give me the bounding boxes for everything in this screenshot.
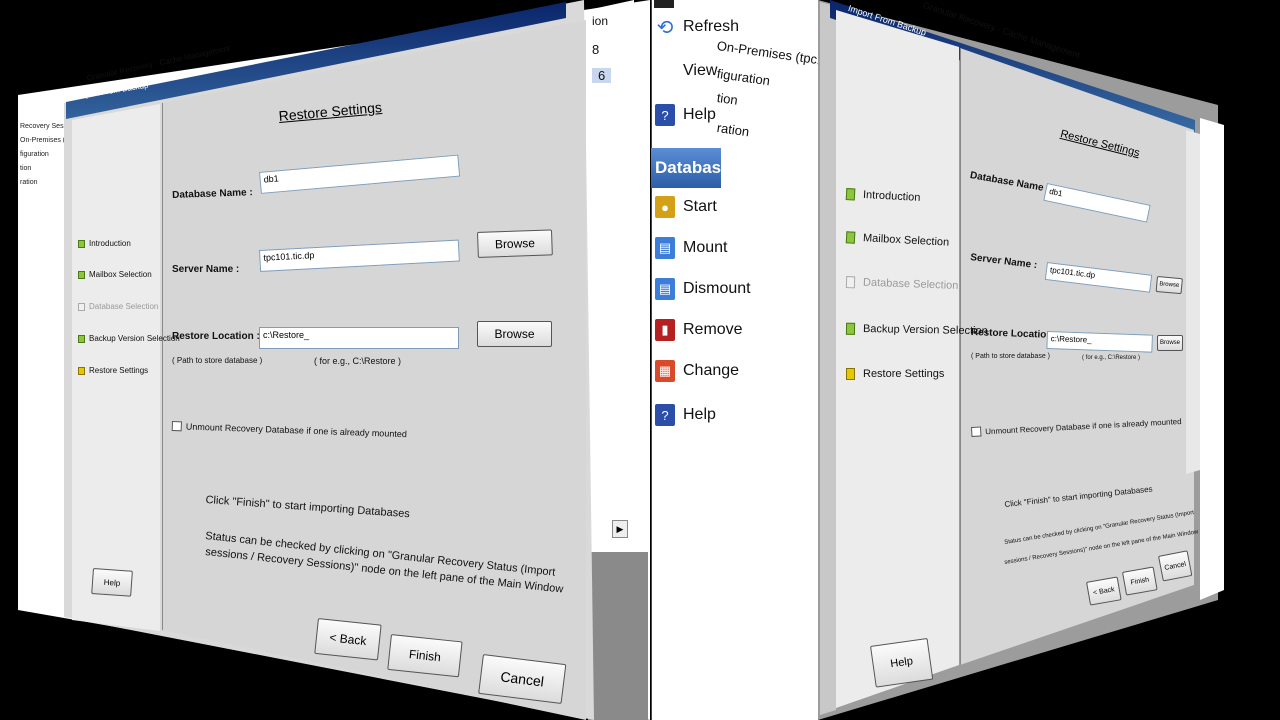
cube-transition-scene: Recovery Sessions) On-Premises (tpc101. … [0, 0, 1280, 720]
action-label: Refresh [683, 18, 740, 35]
left-navigation-tree: Recovery Sessions) On-Premises (tpc101. … [20, 120, 68, 190]
step-status-icon [78, 239, 85, 248]
example-hint-right: ( for e.g., C:\Restore ) [1082, 355, 1141, 361]
step-status-icon [78, 334, 85, 343]
action-label: Help [683, 106, 716, 123]
action-view[interactable]: View [655, 60, 717, 82]
view-icon [655, 60, 675, 82]
help-icon: ? [655, 404, 675, 426]
remove-icon: ▮ [655, 319, 675, 341]
step-label: Backup Version Selection [862, 323, 988, 338]
restore-location-input[interactable]: c:\Restore_ [259, 327, 459, 349]
tree-item[interactable]: Recovery Sessions) [20, 120, 68, 134]
step-status-icon [846, 368, 855, 380]
action-remove[interactable]: ▮ Remove [655, 319, 743, 341]
example-hint: ( for e.g., C:\Restore ) [314, 356, 402, 366]
step-status-icon [78, 302, 85, 311]
restore-browse-button-right[interactable]: Browse [1157, 335, 1183, 351]
toolbar-icon [654, 0, 674, 8]
step-label: Mailbox Selection [89, 270, 152, 279]
tree-item[interactable]: tion [20, 162, 68, 176]
step-status-icon [845, 188, 856, 201]
tree-item[interactable]: figuration [20, 148, 68, 162]
action-label: Dismount [683, 280, 751, 297]
action-help[interactable]: ? Help [655, 104, 716, 126]
overlay-tree-item: tion [715, 90, 739, 108]
action-label: Remove [683, 321, 743, 338]
grid-footer-area [588, 552, 648, 720]
step-backup-version-selection-right: Backup Version Selection [845, 322, 988, 338]
step-label: Introduction [89, 239, 131, 248]
action-label: Start [683, 198, 717, 215]
action-mount[interactable]: ▤ Mount [655, 237, 727, 259]
grid-column-header[interactable]: ion [592, 14, 608, 28]
help-button-right[interactable]: Help [870, 637, 934, 688]
step-status-icon [845, 231, 856, 244]
restore-browse-button[interactable]: Browse [477, 321, 552, 347]
server-browse-button[interactable]: Browse [477, 229, 553, 258]
action-label: Change [683, 362, 740, 379]
step-database-selection: Database Selection [78, 302, 158, 311]
restore-location-input-right[interactable]: c:\Restore_ [1046, 331, 1153, 353]
tree-item[interactable]: On-Premises (tpc101. [20, 134, 68, 148]
tree-item[interactable]: ration [20, 176, 68, 190]
checkbox-box[interactable] [971, 426, 982, 437]
grid-cell[interactable]: 6 [592, 68, 612, 83]
wizard-steps-panel-right [836, 10, 959, 708]
step-mailbox-selection: Mailbox Selection [78, 270, 152, 279]
action-refresh[interactable]: ⟲ Refresh [655, 16, 740, 39]
action-dismount[interactable]: ▤ Dismount [655, 278, 751, 300]
restore-location-label: Restore Location : [172, 331, 260, 342]
step-restore-settings-right: Restore Settings [846, 368, 944, 380]
calendar-icon: ▦ [655, 360, 675, 382]
step-label: Restore Settings [89, 366, 149, 375]
right-scrollbar[interactable] [820, 2, 836, 715]
refresh-icon: ⟲ [656, 16, 674, 39]
dismount-icon: ▤ [655, 278, 675, 300]
step-status-icon [845, 322, 856, 335]
step-label: Restore Settings [863, 368, 945, 380]
start-icon: ● [655, 196, 675, 218]
grid-cell[interactable]: 8 [592, 42, 599, 57]
action-help-db[interactable]: ? Help [655, 404, 716, 426]
action-start[interactable]: ● Start [655, 196, 717, 218]
finish-button[interactable]: Finish [387, 634, 463, 678]
scroll-right-arrow-icon[interactable]: ▶ [612, 520, 628, 538]
action-change[interactable]: ▦ Change [655, 360, 739, 382]
step-status-icon [78, 366, 85, 375]
step-status-icon [78, 270, 85, 279]
step-label: Backup Version Selection [89, 334, 180, 343]
help-button[interactable]: Help [91, 568, 133, 597]
action-label: Mount [683, 239, 728, 256]
mount-icon: ▤ [655, 237, 675, 259]
server-browse-button-right[interactable]: Browse [1155, 276, 1183, 295]
step-backup-version-selection: Backup Version Selection [78, 334, 180, 343]
path-hint-right: ( Path to store database ) [971, 353, 1050, 360]
action-label: View [683, 62, 718, 79]
path-hint: ( Path to store database ) [172, 356, 263, 365]
step-status-icon [845, 276, 856, 289]
checkbox-box[interactable] [171, 421, 182, 432]
database-section-header[interactable]: Database [651, 148, 721, 188]
action-label: Help [683, 406, 716, 423]
back-button[interactable]: < Back [314, 618, 382, 661]
step-introduction: Introduction [78, 239, 131, 248]
server-name-label: Server Name : [172, 264, 240, 275]
help-icon: ? [655, 104, 675, 126]
step-label: Database Selection [89, 302, 159, 311]
step-restore-settings: Restore Settings [78, 366, 148, 375]
